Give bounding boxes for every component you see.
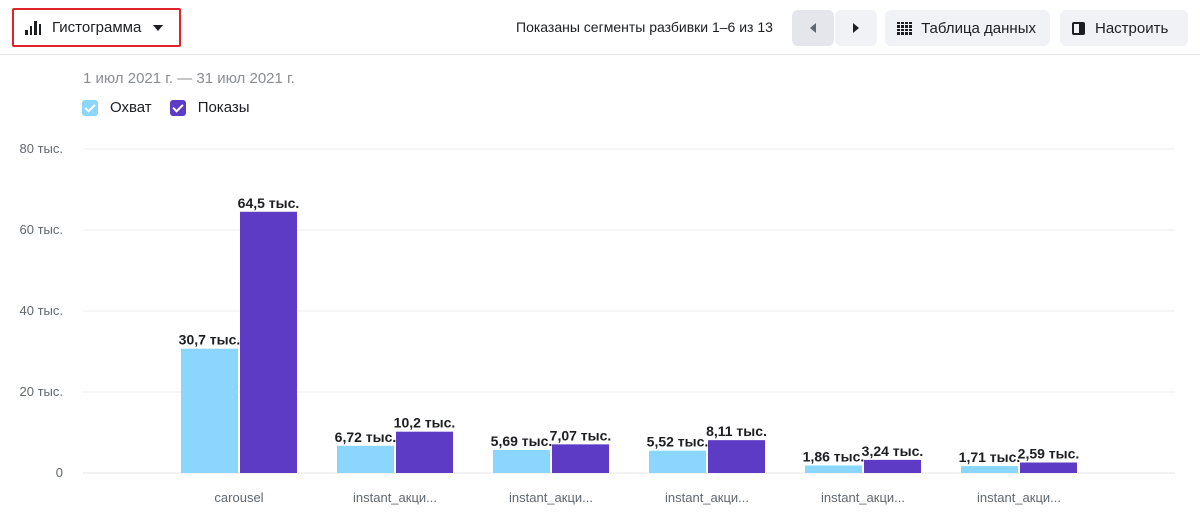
y-tick-label: 40 тыс. bbox=[20, 303, 63, 318]
bar-impressions[interactable] bbox=[864, 459, 921, 473]
caret-down-icon bbox=[153, 24, 164, 31]
category-label: carousel bbox=[214, 490, 263, 505]
bar-reach[interactable] bbox=[805, 465, 862, 473]
data-label: 5,52 тыс. bbox=[647, 434, 709, 450]
legend-label-impressions: Показы bbox=[197, 99, 250, 116]
data-label: 7,07 тыс. bbox=[550, 427, 612, 443]
data-label: 5,69 тыс. bbox=[491, 433, 553, 449]
data-label: 3,24 тыс. bbox=[862, 443, 924, 459]
legend-item-reach[interactable]: Охват bbox=[82, 99, 152, 116]
chart-toolbar: Гистограмма Показаны сегменты разбивки 1… bbox=[0, 0, 1200, 55]
previous-segments-button[interactable] bbox=[792, 10, 834, 46]
panel-icon bbox=[1072, 21, 1085, 35]
legend-item-impressions[interactable]: Показы bbox=[169, 99, 250, 116]
chart-type-label: Гистограмма bbox=[52, 19, 142, 36]
category-label: instant_акци... bbox=[821, 490, 905, 505]
chevron-left-icon bbox=[810, 23, 816, 33]
customize-button[interactable]: Настроить bbox=[1060, 10, 1188, 46]
next-segments-button[interactable] bbox=[835, 10, 877, 46]
bar-reach[interactable] bbox=[961, 466, 1018, 473]
y-tick-label: 80 тыс. bbox=[20, 141, 63, 156]
bar-reach[interactable] bbox=[181, 348, 238, 473]
category-label: instant_акци... bbox=[665, 490, 749, 505]
segments-counter: Показаны сегменты разбивки 1–6 из 13 bbox=[516, 19, 773, 35]
data-label: 10,2 тыс. bbox=[394, 415, 456, 431]
bar-reach[interactable] bbox=[493, 449, 550, 473]
table-icon bbox=[897, 21, 913, 35]
bar-impressions[interactable] bbox=[708, 440, 765, 473]
chart-legend: Охват Показы bbox=[82, 99, 268, 116]
y-tick-label: 60 тыс. bbox=[20, 222, 63, 237]
data-label: 1,86 тыс. bbox=[803, 448, 865, 464]
data-label: 64,5 тыс. bbox=[238, 195, 300, 211]
date-range: 1 июл 2021 г. — 31 июл 2021 г. bbox=[83, 70, 295, 87]
bar-reach[interactable] bbox=[337, 445, 394, 473]
checkbox-checked-icon[interactable] bbox=[82, 99, 98, 116]
data-label: 2,59 тыс. bbox=[1018, 446, 1080, 462]
category-label: instant_акци... bbox=[977, 490, 1061, 505]
y-tick-label: 0 bbox=[56, 465, 63, 480]
data-label: 6,72 тыс. bbox=[335, 429, 397, 445]
category-label: instant_акци... bbox=[353, 490, 437, 505]
bar-reach[interactable] bbox=[649, 450, 706, 473]
category-label: instant_акци... bbox=[509, 490, 593, 505]
checkbox-checked-icon[interactable] bbox=[169, 99, 186, 116]
chevron-right-icon bbox=[853, 23, 859, 33]
chart-type-dropdown[interactable]: Гистограмма bbox=[12, 8, 181, 47]
data-label: 8,11 тыс. bbox=[706, 423, 767, 439]
bar-chart: 0 20 тыс. 40 тыс. 60 тыс. 80 тыс. 30,7 тыс. 64… bbox=[20, 141, 1175, 505]
bar-chart-icon bbox=[25, 20, 41, 35]
customize-label: Настроить bbox=[1095, 19, 1169, 37]
bar-impressions[interactable] bbox=[240, 211, 297, 473]
bar-impressions[interactable] bbox=[1020, 462, 1077, 473]
data-label: 1,71 тыс. bbox=[959, 449, 1021, 465]
legend-label-reach: Охват bbox=[110, 99, 152, 116]
data-label: 30,7 тыс. bbox=[179, 332, 241, 348]
data-table-button[interactable]: Таблица данных bbox=[885, 10, 1050, 46]
data-table-label: Таблица данных bbox=[921, 19, 1036, 37]
bar-impressions[interactable] bbox=[396, 431, 453, 473]
bar-impressions[interactable] bbox=[552, 444, 609, 473]
y-tick-label: 20 тыс. bbox=[20, 384, 63, 399]
